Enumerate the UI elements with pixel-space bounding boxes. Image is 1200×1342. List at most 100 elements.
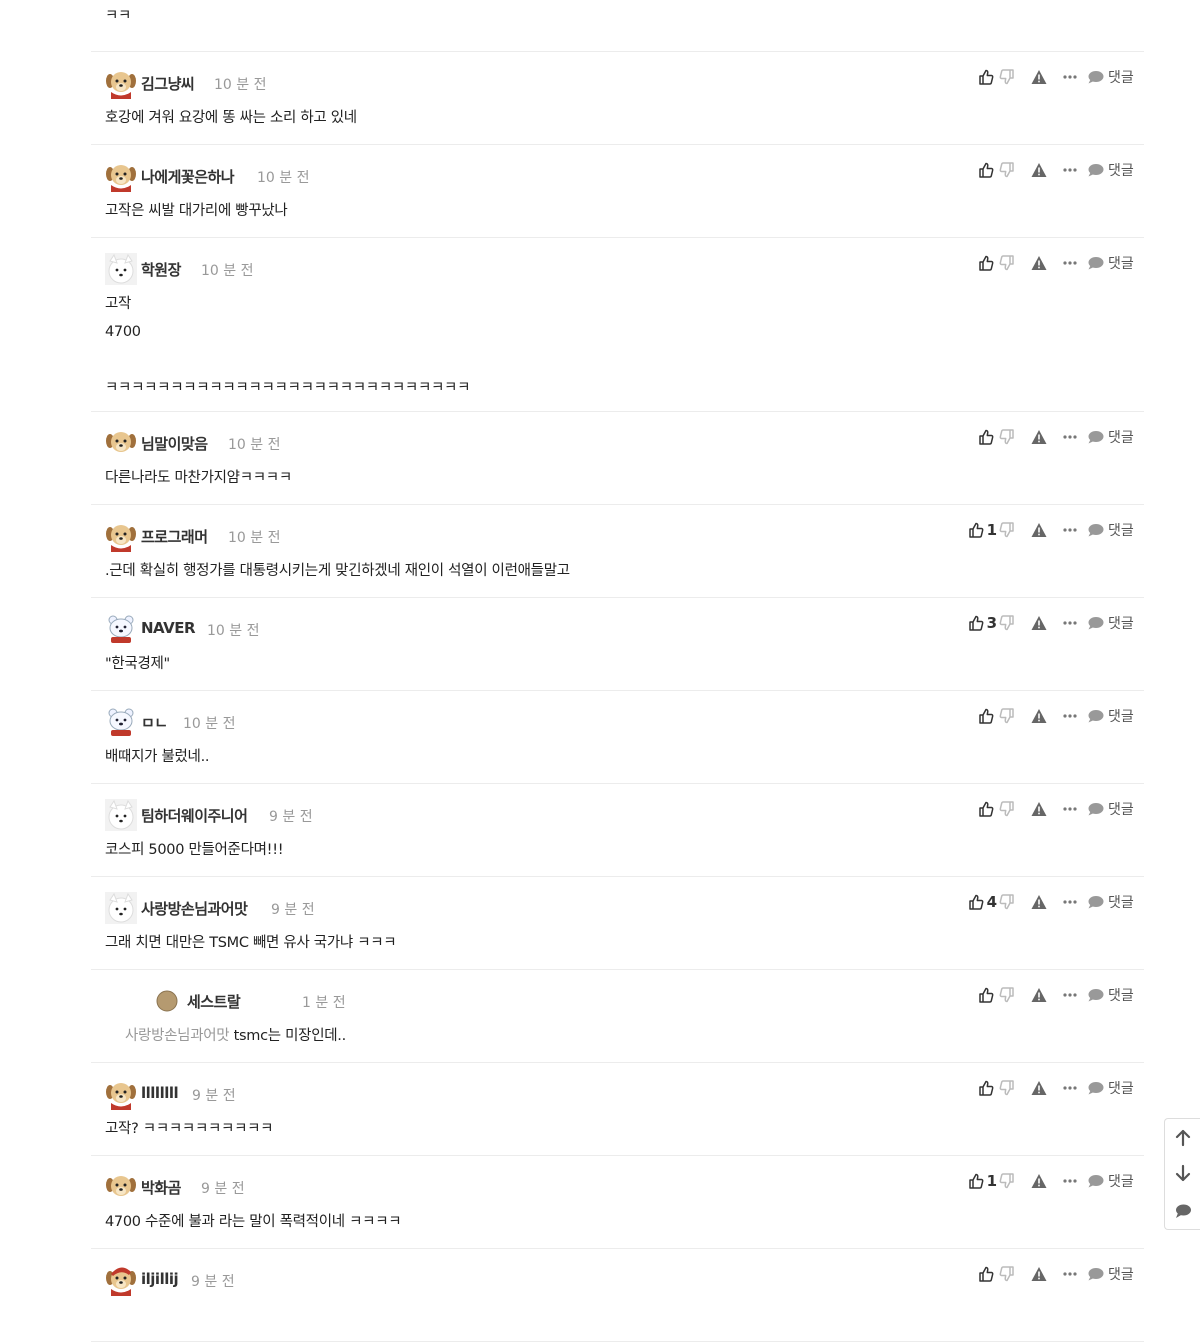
report-button[interactable] xyxy=(1031,613,1047,633)
like-button[interactable] xyxy=(957,985,997,1005)
username[interactable]: 팀하더웨이주니어 xyxy=(141,805,248,826)
like-button[interactable] xyxy=(957,160,997,180)
reply-button[interactable]: 댓글 xyxy=(1087,253,1134,273)
dislike-button[interactable] xyxy=(999,1171,1015,1191)
reply-button[interactable]: 댓글 xyxy=(1087,427,1134,447)
like-button[interactable] xyxy=(957,1078,997,1098)
reply-button[interactable]: 댓글 xyxy=(1087,799,1134,819)
report-button[interactable] xyxy=(1031,892,1047,912)
dislike-button[interactable] xyxy=(999,67,1015,87)
more-icon xyxy=(1063,167,1077,173)
warning-icon xyxy=(1031,522,1047,538)
avatar[interactable] xyxy=(105,892,137,924)
report-button[interactable] xyxy=(1031,985,1047,1005)
like-button[interactable]: 1 xyxy=(957,1171,997,1191)
avatar[interactable] xyxy=(105,706,137,738)
more-button[interactable] xyxy=(1063,1078,1077,1098)
reply-button[interactable]: 댓글 xyxy=(1087,67,1134,87)
more-button[interactable] xyxy=(1063,1264,1077,1284)
reply-button[interactable]: 댓글 xyxy=(1087,520,1134,540)
avatar[interactable] xyxy=(105,1171,137,1203)
like-button[interactable] xyxy=(957,706,997,726)
avatar[interactable] xyxy=(105,1078,137,1110)
avatar[interactable] xyxy=(105,427,137,459)
username[interactable]: 박화곰 xyxy=(141,1177,181,1198)
dislike-button[interactable] xyxy=(999,613,1015,633)
report-button[interactable] xyxy=(1031,799,1047,819)
more-button[interactable] xyxy=(1063,892,1077,912)
dislike-button[interactable] xyxy=(999,706,1015,726)
report-button[interactable] xyxy=(1031,520,1047,540)
report-button[interactable] xyxy=(1031,1078,1047,1098)
dislike-button[interactable] xyxy=(999,1264,1015,1284)
report-button[interactable] xyxy=(1031,67,1047,87)
avatar[interactable] xyxy=(151,985,183,1017)
dislike-button[interactable] xyxy=(999,799,1015,819)
username[interactable]: 나에게꽃은하나 xyxy=(141,166,235,187)
report-button[interactable] xyxy=(1031,706,1047,726)
dislike-button[interactable] xyxy=(999,427,1015,447)
reply-button[interactable]: 댓글 xyxy=(1087,985,1134,1005)
avatar[interactable] xyxy=(105,1264,137,1296)
like-button[interactable] xyxy=(957,253,997,273)
like-button[interactable] xyxy=(957,1264,997,1284)
reply-button[interactable]: 댓글 xyxy=(1087,1171,1134,1191)
comment-icon[interactable] xyxy=(1174,1202,1192,1220)
reply-button[interactable]: 댓글 xyxy=(1087,706,1134,726)
avatar[interactable] xyxy=(105,799,137,831)
report-button[interactable] xyxy=(1031,253,1047,273)
reply-button[interactable]: 댓글 xyxy=(1087,1078,1134,1098)
dislike-button[interactable] xyxy=(999,160,1015,180)
dislike-button[interactable] xyxy=(999,985,1015,1005)
username[interactable]: 사랑방손님과어맛 xyxy=(141,898,248,919)
dislike-button[interactable] xyxy=(999,520,1015,540)
more-button[interactable] xyxy=(1063,520,1077,540)
avatar[interactable] xyxy=(105,520,137,552)
username[interactable]: 김그냥씨 xyxy=(141,73,195,94)
reply-button[interactable]: 댓글 xyxy=(1087,892,1134,912)
username[interactable]: llllllll xyxy=(141,1084,179,1102)
reply-button[interactable]: 댓글 xyxy=(1087,613,1134,633)
like-button[interactable] xyxy=(957,799,997,819)
reply-button[interactable]: 댓글 xyxy=(1087,1264,1134,1284)
comment-text: 사랑방손님과어맛 tsmc는 미장인데.. xyxy=(125,1022,346,1050)
like-button[interactable] xyxy=(957,67,997,87)
avatar[interactable] xyxy=(105,613,137,645)
username[interactable]: 님말이맞음 xyxy=(141,433,208,454)
report-button[interactable] xyxy=(1031,1264,1047,1284)
mention[interactable]: 사랑방손님과어맛 xyxy=(125,1028,230,1044)
like-button[interactable]: 3 xyxy=(957,613,997,633)
username[interactable]: 프로그래머 xyxy=(141,526,208,547)
reply-comment: 세스트랄 1 분 전 댓글 사랑방손님과어맛 tsmc는 미장인데.. xyxy=(91,970,1144,1063)
username[interactable]: ㅁㄴ xyxy=(141,712,168,733)
dislike-button[interactable] xyxy=(999,1078,1015,1098)
dislike-button[interactable] xyxy=(999,253,1015,273)
more-button[interactable] xyxy=(1063,67,1077,87)
avatar[interactable] xyxy=(105,160,137,192)
comment-actions: 댓글 xyxy=(957,253,1134,273)
arrow-up-icon[interactable] xyxy=(1174,1129,1192,1147)
more-button[interactable] xyxy=(1063,1171,1077,1191)
more-button[interactable] xyxy=(1063,160,1077,180)
avatar[interactable] xyxy=(105,253,137,285)
avatar[interactable] xyxy=(105,67,137,99)
reply-button[interactable]: 댓글 xyxy=(1087,160,1134,180)
username[interactable]: 학원장 xyxy=(141,259,181,280)
more-button[interactable] xyxy=(1063,799,1077,819)
more-button[interactable] xyxy=(1063,427,1077,447)
more-button[interactable] xyxy=(1063,706,1077,726)
like-button[interactable]: 1 xyxy=(957,520,997,540)
like-button[interactable] xyxy=(957,427,997,447)
report-button[interactable] xyxy=(1031,1171,1047,1191)
more-button[interactable] xyxy=(1063,613,1077,633)
report-button[interactable] xyxy=(1031,160,1047,180)
username[interactable]: NAVER xyxy=(141,619,196,637)
username[interactable]: 세스트랄 xyxy=(187,991,241,1012)
dislike-button[interactable] xyxy=(999,892,1015,912)
more-button[interactable] xyxy=(1063,985,1077,1005)
more-button[interactable] xyxy=(1063,253,1077,273)
username[interactable]: iljillij xyxy=(141,1270,179,1288)
like-button[interactable]: 4 xyxy=(957,892,997,912)
arrow-down-icon[interactable] xyxy=(1174,1164,1192,1182)
report-button[interactable] xyxy=(1031,427,1047,447)
